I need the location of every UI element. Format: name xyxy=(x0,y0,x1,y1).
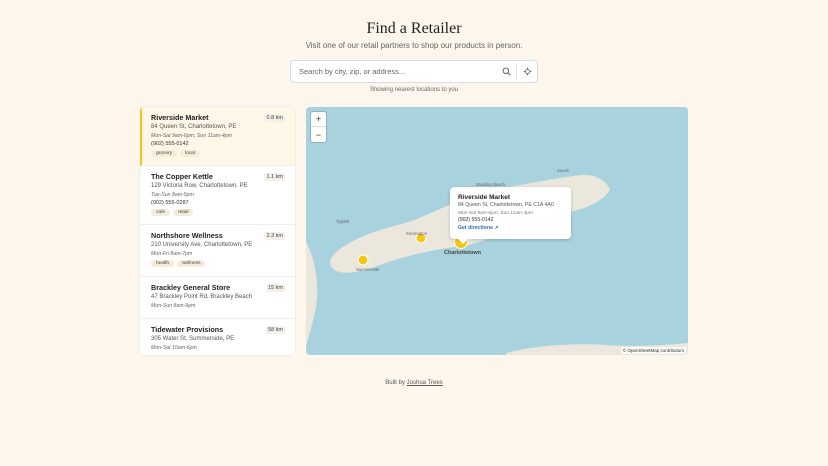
footer-prefix: Built by xyxy=(385,380,405,386)
tag: wellness xyxy=(177,260,206,267)
retailer-card[interactable]: The Copper Kettle 1.1 km 129 Victoria Ro… xyxy=(140,166,295,225)
distance-badge: 0.8 km xyxy=(264,114,285,122)
zoom-control: + − xyxy=(311,112,326,142)
retailer-address: 84 Queen St, Charlottetown, PE xyxy=(151,124,237,130)
distance-badge: 1.1 km xyxy=(264,173,285,181)
retailer-map[interactable]: Tignish Summerside Kensington Charlottet… xyxy=(306,107,688,355)
popup-tip xyxy=(458,239,468,244)
popup-phone: (902) 555-0142 xyxy=(458,216,494,223)
search-icon xyxy=(502,67,510,76)
mainland-shape xyxy=(306,242,318,347)
search-input[interactable] xyxy=(291,61,496,82)
get-directions-link[interactable]: Get directions ↗ xyxy=(458,224,563,232)
popup-hours: Mon-Sat 9am-6pm, Sun 11am-4pm xyxy=(458,210,533,216)
tag-list: health wellness xyxy=(151,260,285,267)
distance-badge: 15 km xyxy=(266,284,285,292)
tag: health xyxy=(151,260,175,267)
map-attribution[interactable]: © OpenStreetMap contributors xyxy=(620,347,686,354)
page-subtitle: Visit one of our retail partners to shop… xyxy=(305,41,523,50)
tag: local xyxy=(180,150,200,157)
crosshair-icon xyxy=(522,67,532,76)
retailer-address: 129 Victoria Row, Charlottetown, PE xyxy=(151,183,248,189)
map-label-souris: Souris xyxy=(557,168,569,173)
retailer-name: Tidewater Provisions xyxy=(151,325,224,334)
tag-list: grocery local xyxy=(151,150,285,157)
author-link[interactable]: Joshua Trees xyxy=(407,380,443,386)
map-label-tignish: Tignish xyxy=(336,219,350,224)
tag: retail xyxy=(173,209,194,216)
retailer-list: Riverside Market 0.8 km 84 Queen St, Cha… xyxy=(140,107,295,355)
zoom-in-button[interactable]: + xyxy=(311,112,326,127)
distance-badge: 2.3 km xyxy=(264,232,285,240)
search-bar xyxy=(290,60,538,83)
retailer-hours: Tue-Sun 8am-5pm xyxy=(151,192,194,198)
location-status: Showing nearest locations to you xyxy=(369,87,459,93)
popup-address: 84 Queen St, Charlottetown, PE C1A 4A0 xyxy=(458,202,554,208)
retailer-hours: Mon-Sun 8am-9pm xyxy=(151,303,196,309)
popup-name: Riverside Market xyxy=(458,194,511,201)
footer: Built by Joshua Trees xyxy=(0,380,828,386)
retailer-address: 305 Water St, Summerside, PE xyxy=(151,336,235,342)
retailer-phone: (902) 555-0142 xyxy=(151,141,189,147)
page-title: Find a Retailer xyxy=(366,20,462,37)
retailer-address: 47 Brackley Point Rd, Brackley Beach xyxy=(151,294,253,300)
search-button[interactable] xyxy=(496,61,516,82)
retailer-card[interactable]: Brackley General Store 15 km 47 Brackley… xyxy=(140,277,295,319)
distance-badge: 58 km xyxy=(266,326,285,334)
map-label-kensington: Kensington xyxy=(406,231,427,236)
retailer-address: 210 University Ave, Charlottetown, PE xyxy=(151,242,253,248)
tag-list: cafe retail xyxy=(151,209,285,216)
marker-tidewater xyxy=(357,254,369,266)
map-label-summerside: Summerside xyxy=(356,267,380,272)
locate-me-button[interactable] xyxy=(517,61,537,82)
retailer-card[interactable]: Riverside Market 0.8 km 84 Queen St, Cha… xyxy=(140,107,295,166)
retailer-phone: (902) 555-0287 xyxy=(151,200,189,206)
map-label-charlottetown: Charlottetown xyxy=(444,250,481,256)
retailer-popup: Riverside Market 84 Queen St, Charlottet… xyxy=(450,187,571,244)
retailer-card[interactable]: Tidewater Provisions 58 km 305 Water St,… xyxy=(140,319,295,355)
retailer-name: Brackley General Store xyxy=(151,283,231,292)
retailer-hours: Mon-Sat 10am-6pm xyxy=(151,345,197,351)
tag: grocery xyxy=(151,150,177,157)
retailer-card[interactable]: Northshore Wellness 2.3 km 210 Universit… xyxy=(140,225,295,277)
retailer-hours: Mon-Fri 8am-7pm xyxy=(151,251,193,257)
zoom-out-button[interactable]: − xyxy=(311,127,326,142)
retailer-hours: Mon-Sat 9am-6pm, Sun 11am-4pm xyxy=(151,133,232,139)
tag: cafe xyxy=(151,209,171,216)
